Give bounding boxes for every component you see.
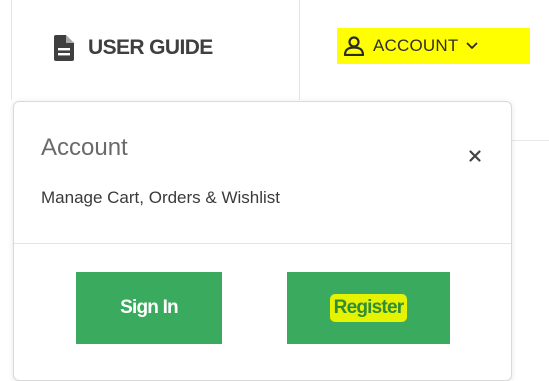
- dropdown-divider: [14, 243, 511, 244]
- account-menu-button[interactable]: ACCOUNT: [337, 28, 530, 64]
- sign-in-label: Sign In: [120, 297, 179, 318]
- user-guide-label: USER GUIDE: [88, 36, 213, 59]
- user-icon: [343, 36, 365, 56]
- close-icon[interactable]: [467, 148, 483, 164]
- dropdown-title: Account: [41, 134, 128, 161]
- dropdown-subtitle: Manage Cart, Orders & Wishlist: [41, 188, 281, 207]
- sign-in-button[interactable]: Sign In: [76, 272, 222, 344]
- register-label: Register: [329, 294, 408, 322]
- chevron-down-icon: [466, 42, 478, 50]
- nav-divider: [299, 0, 300, 100]
- account-label: ACCOUNT: [373, 36, 459, 55]
- account-dropdown: Account Manage Cart, Orders & Wishlist S…: [13, 101, 512, 381]
- user-guide-link[interactable]: USER GUIDE: [54, 28, 213, 68]
- register-button[interactable]: Register: [287, 272, 450, 344]
- header-rule: [512, 140, 549, 141]
- document-icon: [54, 35, 74, 61]
- nav-divider: [11, 0, 12, 100]
